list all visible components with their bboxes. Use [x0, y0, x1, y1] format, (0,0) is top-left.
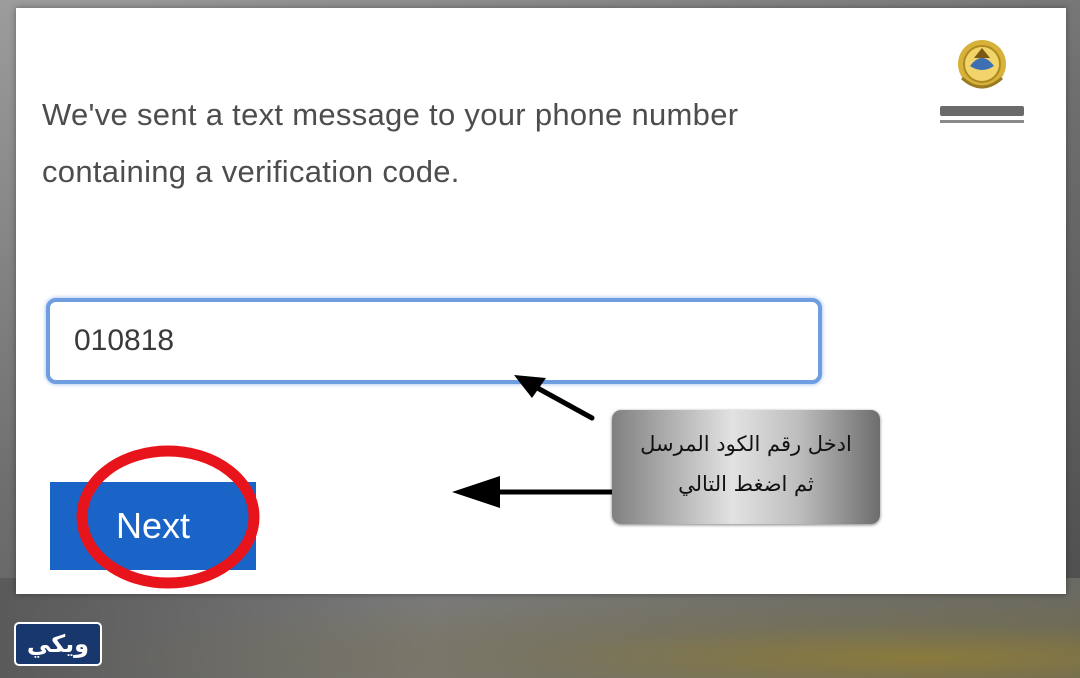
site-watermark-logo: ويكي [14, 622, 102, 666]
instruction-tooltip: ادخل رقم الكود المرسل ثم اضغط التالي [612, 410, 880, 524]
kuwait-state-emblem-icon [934, 36, 1030, 136]
verification-card: We've sent a text message to your phone … [16, 8, 1066, 594]
next-button[interactable]: Next [50, 482, 256, 570]
instruction-line-1: ادخل رقم الكود المرسل [640, 432, 852, 456]
instruction-line-2: ثم اضغط التالي [678, 472, 814, 496]
verification-message: We've sent a text message to your phone … [42, 97, 739, 189]
verification-code-input[interactable] [46, 298, 822, 384]
